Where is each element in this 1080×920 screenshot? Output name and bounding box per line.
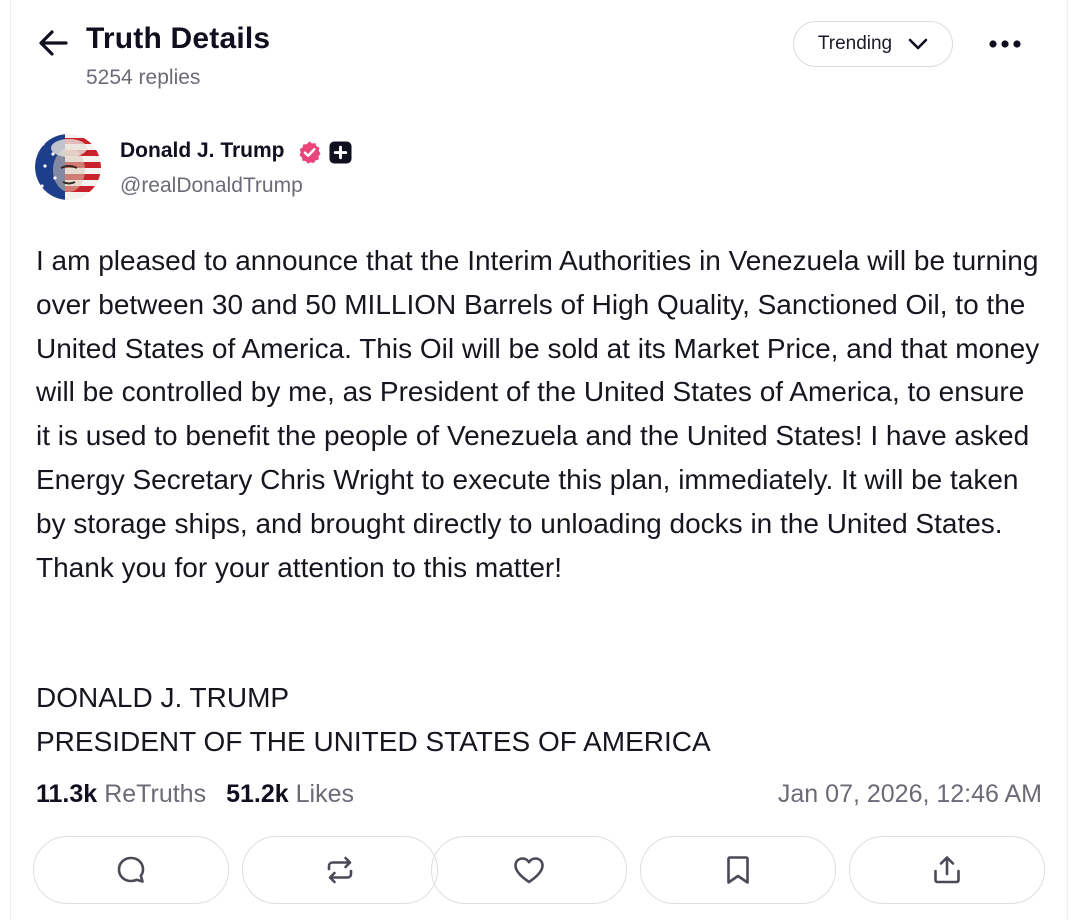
retruths-count: 11.3k: [36, 780, 98, 808]
retruths-stat[interactable]: 11.3k ReTruths: [36, 780, 206, 809]
signature-line-2: PRESIDENT OF THE UNITED STATES OF AMERIC…: [36, 725, 711, 757]
author-handle[interactable]: @realDonaldTrump: [120, 174, 303, 198]
bookmark-button[interactable]: [640, 836, 836, 904]
share-button[interactable]: [849, 836, 1045, 904]
avatar[interactable]: [35, 134, 101, 200]
plus-badge-icon: [329, 141, 352, 164]
post-stats: 11.3k ReTruths 51.2k Likes: [36, 780, 374, 809]
likes-count: 51.2k: [226, 780, 289, 808]
sort-dropdown[interactable]: Trending: [793, 21, 953, 67]
reply-icon: [117, 856, 145, 883]
verified-badge-icon: [299, 141, 321, 164]
bookmark-icon: [727, 856, 749, 884]
likes-stat[interactable]: 51.2k Likes: [226, 780, 354, 809]
post-timestamp: Jan 07, 2026, 12:46 AM: [777, 780, 1042, 808]
post-body-text: I am pleased to announce that the Interi…: [36, 245, 1040, 583]
back-button[interactable]: [36, 26, 70, 60]
like-button[interactable]: [431, 836, 627, 904]
arrow-left-icon: [39, 30, 68, 56]
retruth-button[interactable]: [242, 836, 438, 904]
chevron-down-icon: [908, 38, 928, 50]
page-title: Truth Details: [86, 22, 271, 55]
avatar-image: [35, 134, 101, 200]
post-signature: DONALD J. TRUMP PRESIDENT OF THE UNITED …: [36, 676, 711, 764]
more-horizontal-icon: [989, 40, 1021, 48]
signature-line-1: DONALD J. TRUMP: [36, 682, 290, 713]
retruth-icon: [327, 856, 353, 884]
share-icon: [934, 856, 960, 884]
reply-button[interactable]: [33, 836, 229, 904]
sort-dropdown-label: Trending: [817, 33, 893, 54]
retruths-label: ReTruths: [104, 780, 207, 808]
like-icon: [514, 857, 544, 884]
reply-count: 5254 replies: [86, 66, 201, 89]
likes-label: Likes: [295, 780, 355, 808]
action-bar: [33, 836, 1045, 906]
author-name[interactable]: Donald J. Trump: [120, 139, 285, 163]
more-options-button[interactable]: [984, 28, 1026, 60]
